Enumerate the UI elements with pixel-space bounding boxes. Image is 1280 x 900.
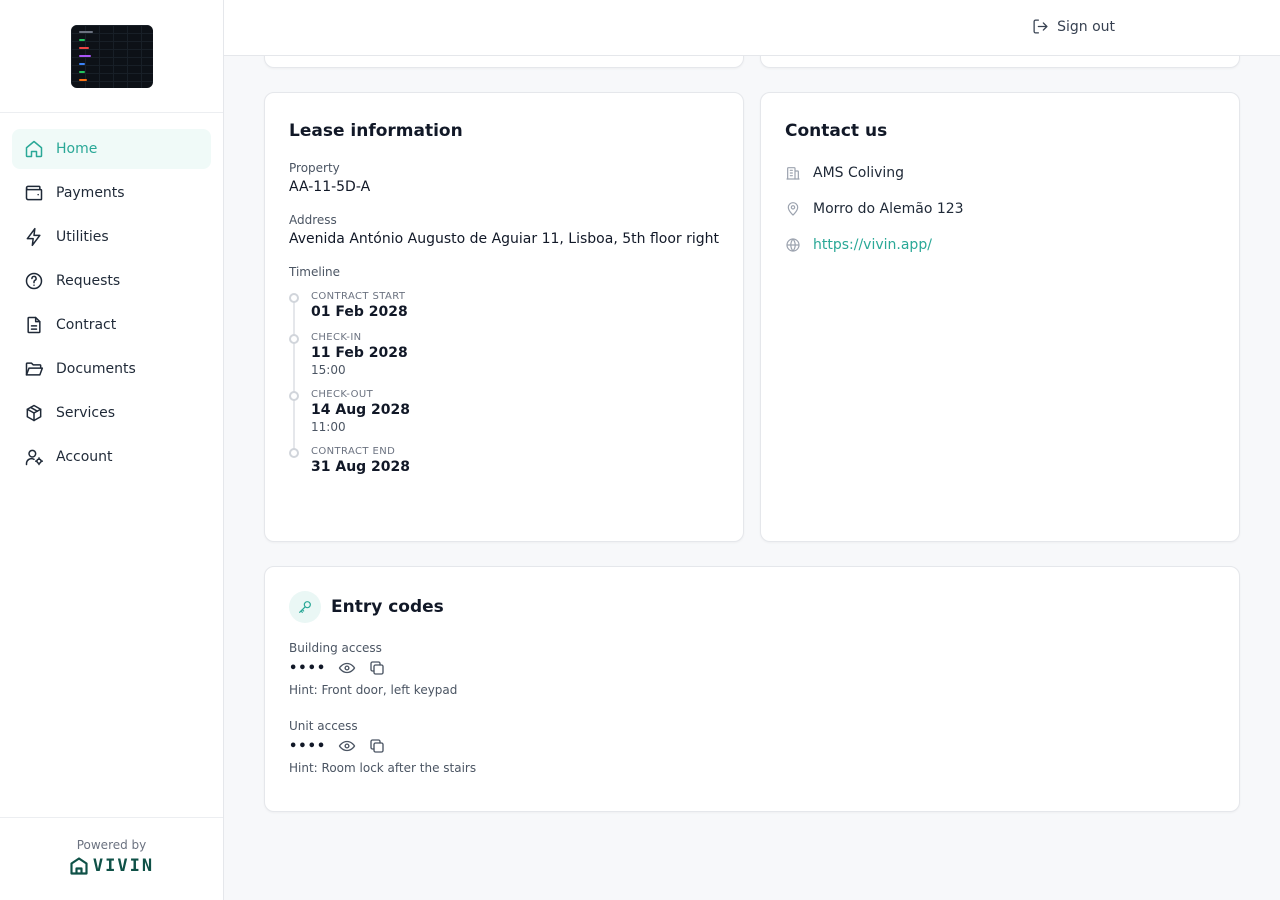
timeline-dot bbox=[289, 391, 299, 401]
house-logo-icon bbox=[69, 856, 89, 876]
timeline-item-date: 14 Aug 2028 bbox=[311, 402, 411, 418]
sidebar-item-documents[interactable]: Documents bbox=[12, 349, 211, 389]
timeline-label: Timeline bbox=[289, 265, 341, 279]
home-icon bbox=[24, 139, 44, 159]
sidebar-item-utilities[interactable]: Utilities bbox=[12, 217, 211, 257]
sidebar-nav: Home Payments Utilities Requests Contrac… bbox=[0, 113, 223, 497]
package-icon bbox=[24, 403, 44, 423]
user-cog-icon bbox=[24, 447, 44, 467]
entry-codes-card: Entry codes Building access •••• Hint: F… bbox=[264, 566, 1240, 812]
contact-us-card: Contact us AMS Coliving Morro do Alemão … bbox=[760, 92, 1240, 542]
timeline-item-label: CHECK-OUT bbox=[311, 389, 374, 400]
address-value: Avenida António Augusto de Aguiar 11, Li… bbox=[289, 231, 719, 247]
timeline-dot bbox=[289, 334, 299, 344]
property-label: Property bbox=[289, 161, 340, 175]
sidebar: Home Payments Utilities Requests Contrac… bbox=[0, 0, 224, 900]
powered-by-footer: Powered by VIVIN bbox=[0, 817, 223, 900]
file-text-icon bbox=[24, 315, 44, 335]
entry-code-label: Unit access bbox=[289, 719, 358, 733]
timeline-item-check-out: CHECK-OUT 14 Aug 2028 11:00 bbox=[289, 389, 719, 434]
sidebar-item-label: Account bbox=[56, 449, 113, 465]
contact-address-row: Morro do Alemão 123 bbox=[785, 199, 1215, 219]
key-icon bbox=[289, 591, 321, 623]
entry-code-unit: Unit access •••• Hint: Room lock after t… bbox=[289, 719, 1215, 775]
property-logo[interactable] bbox=[70, 25, 153, 88]
log-out-icon bbox=[1032, 18, 1049, 35]
building-icon bbox=[785, 165, 801, 181]
sidebar-item-label: Requests bbox=[56, 273, 121, 289]
entry-code-hint: Hint: Room lock after the stairs bbox=[289, 761, 477, 775]
brand-name: VIVIN bbox=[92, 856, 155, 876]
vivin-logo[interactable]: VIVIN bbox=[69, 856, 154, 876]
contact-title: Contact us bbox=[785, 121, 888, 141]
timeline-item-check-in: CHECK-IN 11 Feb 2028 15:00 bbox=[289, 332, 719, 377]
sidebar-item-services[interactable]: Services bbox=[12, 393, 211, 433]
sidebar-item-payments[interactable]: Payments bbox=[12, 173, 211, 213]
contact-website-link[interactable]: https://vivin.app/ bbox=[813, 237, 932, 253]
contact-address: Morro do Alemão 123 bbox=[813, 201, 964, 217]
sidebar-item-contract[interactable]: Contract bbox=[12, 305, 211, 345]
entry-code-hint: Hint: Front door, left keypad bbox=[289, 683, 458, 697]
copy-icon[interactable] bbox=[368, 737, 386, 755]
eye-icon[interactable] bbox=[338, 737, 356, 755]
wallet-icon bbox=[24, 183, 44, 203]
globe-icon bbox=[785, 237, 801, 253]
sidebar-item-label: Contract bbox=[56, 317, 117, 333]
lease-title: Lease information bbox=[289, 121, 463, 141]
timeline-item-contract-end: CONTRACT END 31 Aug 2028 bbox=[289, 446, 719, 475]
timeline-item-date: 01 Feb 2028 bbox=[311, 304, 408, 320]
lease-information-card: Lease information Property AA-11-5D-A Ad… bbox=[264, 92, 744, 542]
timeline: CONTRACT START 01 Feb 2028 CHECK-IN 11 F… bbox=[289, 291, 719, 475]
top-header: Sign out bbox=[224, 0, 1280, 56]
sidebar-item-label: Home bbox=[56, 141, 98, 157]
timeline-dot bbox=[289, 293, 299, 303]
sidebar-item-account[interactable]: Account bbox=[12, 437, 211, 477]
copy-icon[interactable] bbox=[368, 659, 386, 677]
powered-by-label: Powered by bbox=[76, 838, 147, 852]
timeline-item-date: 31 Aug 2028 bbox=[311, 459, 411, 475]
timeline-item-time: 15:00 bbox=[311, 363, 346, 377]
timeline-rail bbox=[293, 299, 295, 453]
contact-company-row: AMS Coliving bbox=[785, 163, 1215, 183]
entry-code-building: Building access •••• Hint: Front door, l… bbox=[289, 641, 1215, 697]
sidebar-item-label: Documents bbox=[56, 361, 136, 377]
timeline-item-label: CONTRACT START bbox=[311, 291, 406, 302]
timeline-item-time: 11:00 bbox=[311, 420, 346, 434]
address-label: Address bbox=[289, 213, 337, 227]
timeline-dot bbox=[289, 448, 299, 458]
sidebar-item-home[interactable]: Home bbox=[12, 129, 211, 169]
sign-out-button[interactable]: Sign out bbox=[1032, 18, 1115, 35]
contact-company: AMS Coliving bbox=[813, 165, 905, 181]
timeline-item-label: CHECK-IN bbox=[311, 332, 362, 343]
sidebar-item-label: Services bbox=[56, 405, 116, 421]
eye-icon[interactable] bbox=[338, 659, 356, 677]
folder-open-icon bbox=[24, 359, 44, 379]
timeline-item-label: CONTRACT END bbox=[311, 446, 396, 457]
map-pin-icon bbox=[785, 201, 801, 217]
masked-code: •••• bbox=[289, 738, 327, 754]
entry-code-label: Building access bbox=[289, 641, 382, 655]
property-value: AA-11-5D-A bbox=[289, 179, 371, 195]
masked-code: •••• bbox=[289, 660, 327, 676]
help-circle-icon bbox=[24, 271, 44, 291]
timeline-item-date: 11 Feb 2028 bbox=[311, 345, 408, 361]
sidebar-item-requests[interactable]: Requests bbox=[12, 261, 211, 301]
sign-out-label: Sign out bbox=[1057, 18, 1115, 35]
sidebar-item-label: Utilities bbox=[56, 229, 109, 245]
sidebar-item-label: Payments bbox=[56, 185, 125, 201]
timeline-item-contract-start: CONTRACT START 01 Feb 2028 bbox=[289, 291, 719, 320]
logo-area bbox=[0, 0, 223, 113]
bolt-icon bbox=[24, 227, 44, 247]
contact-website-row: https://vivin.app/ bbox=[785, 235, 1215, 255]
entry-codes-title: Entry codes bbox=[331, 597, 444, 617]
